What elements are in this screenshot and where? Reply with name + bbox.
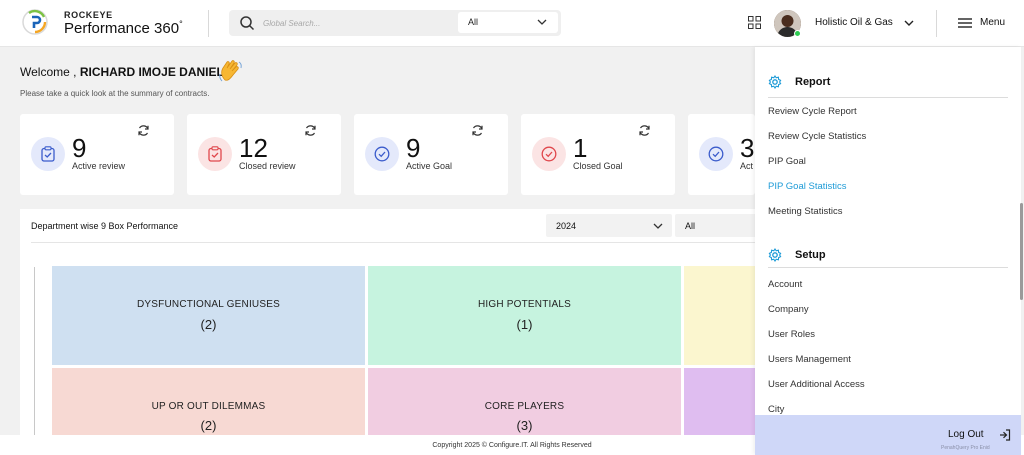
closed-review-icon-wrap: [198, 137, 232, 171]
active-review-icon-wrap: [31, 137, 65, 171]
brand-main-text: Performance 360: [64, 20, 180, 37]
welcome-subtitle: Please take a quick look at the summary …: [20, 89, 210, 98]
menu-item-review-cycle-statistics[interactable]: Review Cycle Statistics: [768, 131, 866, 142]
menu-item-city[interactable]: City: [768, 404, 784, 415]
apps-grid-icon[interactable]: [748, 16, 761, 29]
partial-card-icon-wrap: [699, 137, 733, 171]
year-select[interactable]: 2024: [546, 214, 672, 237]
refresh-icon[interactable]: [471, 124, 484, 137]
menu-item-users-management[interactable]: Users Management: [768, 354, 851, 365]
company-chevron-down-icon[interactable]: [903, 17, 915, 29]
box-count: (1): [516, 317, 533, 332]
menu-item-meeting-statistics[interactable]: Meeting Statistics: [768, 206, 842, 217]
check-circle-icon: [541, 146, 557, 162]
menu-item-user-additional-access[interactable]: User Additional Access: [768, 379, 865, 390]
menu-item-user-roles[interactable]: User Roles: [768, 329, 815, 340]
copyright-text: Copyright 2025 © Configure.IT. All Right…: [432, 442, 592, 449]
closed-review-label: Closed review: [239, 161, 296, 171]
partial-card-count: 3: [740, 133, 755, 163]
logout-subtext: PenahQuery Pro Enid: [941, 445, 990, 451]
search-scope-value: All: [468, 17, 479, 27]
top-header: ROCKEYE Performance 360° All Holistic Oi…: [0, 0, 1024, 47]
year-value: 2024: [556, 221, 577, 231]
panel-divider: [31, 242, 780, 243]
global-search-input[interactable]: [263, 15, 443, 31]
chevron-down-icon: [653, 223, 663, 229]
closed-goal-icon-wrap: [532, 137, 566, 171]
closed-goal-label: Closed Goal: [573, 161, 623, 171]
box-core-players[interactable]: CORE PLAYERS (3): [368, 368, 681, 435]
box-count: (2): [200, 418, 217, 433]
menu-item-review-cycle-report[interactable]: Review Cycle Report: [768, 106, 857, 117]
gear-icon: [768, 75, 782, 89]
company-name: Holistic Oil & Gas: [815, 17, 893, 28]
welcome-prefix: Welcome ,: [20, 65, 77, 79]
rockeye-logo-icon[interactable]: [22, 9, 48, 35]
summary-card-closed-goal[interactable]: 1 Closed Goal: [521, 114, 675, 195]
partial-card-label: Act: [740, 161, 754, 171]
menu-item-company[interactable]: Company: [768, 304, 809, 315]
report-divider: [768, 97, 1008, 98]
active-goal-icon-wrap: [365, 137, 399, 171]
welcome-heading: Welcome , RICHARD IMOJE DANIEL: [20, 65, 224, 79]
report-section-title: Report: [795, 76, 831, 88]
gear-icon: [768, 248, 782, 262]
online-status-dot: [794, 30, 801, 37]
clipboard-check-icon: [41, 146, 55, 162]
logout-icon: [1000, 429, 1011, 441]
nine-box-performance-panel: Department wise 9 Box Performance 2024 A…: [20, 209, 780, 437]
summary-card-closed-review[interactable]: 12 Closed review: [187, 114, 341, 195]
header-divider-right: [936, 10, 937, 37]
closed-goal-count: 1: [573, 133, 588, 163]
company-switcher[interactable]: Holistic Oil & Gas: [815, 17, 893, 28]
box-high-potentials[interactable]: HIGH POTENTIALS (1): [368, 266, 681, 365]
brand-mark: °: [179, 19, 183, 29]
waving-hand-icon: [219, 60, 242, 82]
refresh-icon[interactable]: [137, 124, 150, 137]
active-goal-count: 9: [406, 133, 421, 163]
search-icon[interactable]: [239, 15, 255, 31]
box-up-or-out-dilemmas[interactable]: UP OR OUT DILEMMAS (2): [52, 368, 365, 435]
brand-name-main: Performance 360°: [64, 19, 183, 37]
search-scope-select[interactable]: All: [458, 12, 558, 33]
setup-divider: [768, 267, 1008, 268]
box-title: DYSFUNCTIONAL GENIUSES: [137, 299, 280, 310]
grid-axis-line: [34, 267, 35, 437]
box-count: (3): [516, 418, 533, 433]
menu-label: Menu: [980, 17, 1006, 28]
active-review-count: 9: [72, 133, 87, 163]
panel-title: Department wise 9 Box Performance: [31, 221, 179, 231]
box-title: CORE PLAYERS: [484, 401, 565, 412]
refresh-icon[interactable]: [638, 124, 651, 137]
check-circle-icon: [708, 146, 724, 162]
closed-review-count: 12: [239, 133, 268, 163]
box-dysfunctional-geniuses[interactable]: DYSFUNCTIONAL GENIUSES (2): [52, 266, 365, 365]
logout-label: Log Out: [948, 429, 984, 440]
box-title: HIGH POTENTIALS: [477, 299, 571, 310]
hamburger-icon: [958, 18, 972, 28]
active-review-label: Active review: [72, 161, 126, 171]
side-menu-scrollbar[interactable]: [1020, 203, 1023, 300]
menu-item-pip-goal-statistics[interactable]: PIP Goal Statistics: [768, 181, 847, 192]
summary-card-active-review[interactable]: 9 Active review: [20, 114, 174, 195]
clipboard-check-icon: [208, 146, 222, 162]
active-goal-label: Active Goal: [406, 161, 453, 171]
summary-card-partial[interactable]: 3 Act: [688, 114, 755, 195]
user-full-name: RICHARD IMOJE DANIEL: [79, 65, 224, 79]
header-divider: [208, 10, 209, 37]
chevron-down-icon: [537, 19, 547, 25]
setup-section-title: Setup: [795, 249, 826, 261]
department-filter-value: All: [685, 221, 696, 231]
menu-item-pip-goal[interactable]: PIP Goal: [768, 156, 806, 167]
summary-card-active-goal[interactable]: 9 Active Goal: [354, 114, 508, 195]
logout-bar[interactable]: Log Out PenahQuery Pro Enid: [755, 415, 1021, 455]
menu-item-account[interactable]: Account: [768, 279, 802, 290]
check-circle-icon: [374, 146, 390, 162]
box-title: UP OR OUT DILEMMAS: [151, 401, 266, 412]
refresh-icon[interactable]: [304, 124, 317, 137]
side-menu-panel: Report Review Cycle Report Review Cycle …: [755, 47, 1021, 455]
box-count: (2): [200, 317, 217, 332]
